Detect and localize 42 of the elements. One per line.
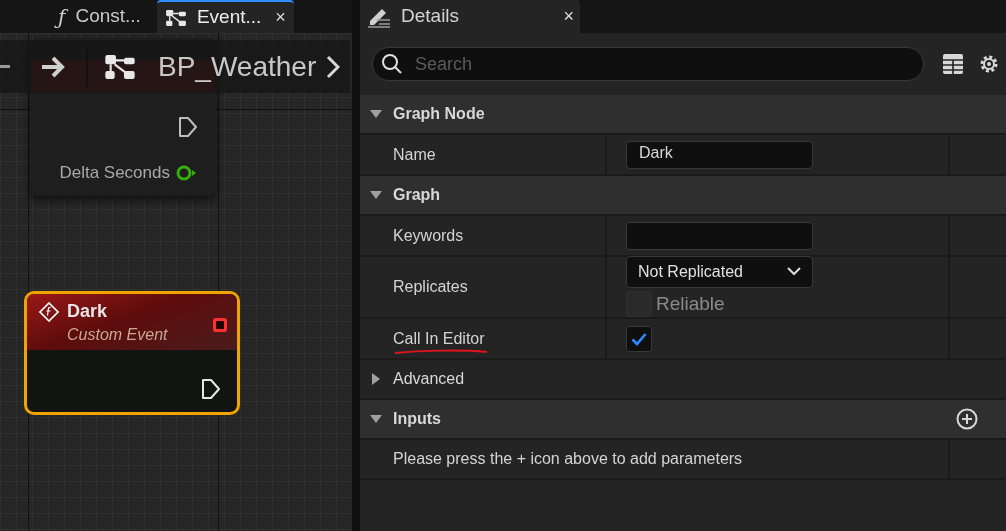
node-subtitle: Custom Event [67,325,168,345]
details-tab[interactable]: Details × [360,0,580,33]
hint-text: Please press the + icon above to add parameters [393,449,743,469]
checkbox[interactable] [626,325,652,352]
tab-label: Details [401,4,460,29]
check-icon [631,331,647,346]
search-icon [381,53,403,75]
property-label: Keywords [393,226,464,244]
pin-label: Delta Seconds [59,162,170,184]
property-label: Call In Editor [393,329,485,347]
section-header[interactable]: Inputs [360,400,1006,440]
chevron-down-icon [787,267,801,277]
table-icon[interactable] [942,53,964,75]
close-icon[interactable]: × [275,4,286,31]
text-field[interactable] [626,221,813,250]
chevron-right-icon[interactable] [326,54,341,79]
checkbox-label: Reliable [656,291,725,316]
close-icon[interactable]: × [563,3,574,30]
section-title: Advanced [393,369,465,389]
float-pin-icon[interactable] [176,164,198,181]
section-title: Graph [393,185,441,205]
section-header[interactable]: Graph Node [360,95,1006,135]
property-label: Replicates [393,278,468,295]
section-header[interactable]: Graph [360,176,1006,216]
tab-label: Event... [196,5,262,30]
graph-icon [104,52,136,81]
exec-pin-icon[interactable] [178,116,198,138]
dropdown[interactable]: Not Replicated [626,255,813,288]
search-field[interactable]: Search [372,47,924,81]
section-title: Graph Node [393,104,485,124]
section-title: Inputs [393,409,441,429]
custom-event-node[interactable]: Dark Custom Event [24,291,240,415]
delegate-pin-icon[interactable] [213,318,227,332]
graph-tab[interactable]: Event... × [156,0,294,33]
function-diamond-icon [39,302,59,322]
node-title: Dark [67,300,109,323]
add-icon[interactable] [956,408,978,430]
tab-label: Const... [75,4,141,29]
text-field[interactable]: Dark [626,140,813,169]
property-label: Name [393,145,436,163]
settings-icon[interactable] [978,53,1000,75]
graph-icon [164,8,187,27]
